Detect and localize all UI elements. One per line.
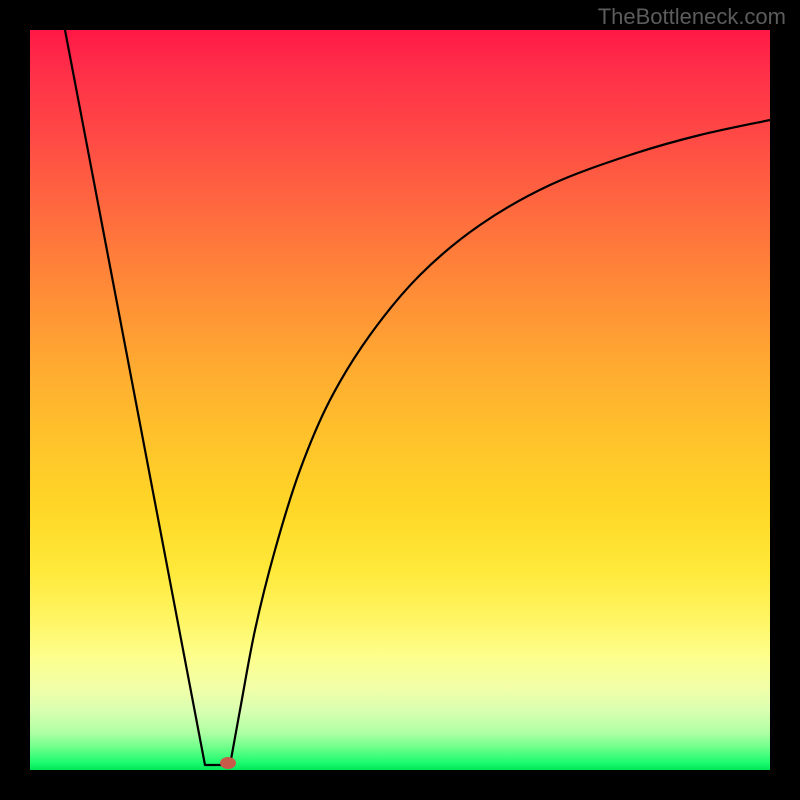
bottleneck-curve xyxy=(65,30,770,765)
plot-area xyxy=(30,30,770,770)
chart-frame xyxy=(30,30,770,770)
minimum-marker xyxy=(220,757,236,769)
watermark-text: TheBottleneck.com xyxy=(598,4,786,30)
chart-svg xyxy=(30,30,770,770)
